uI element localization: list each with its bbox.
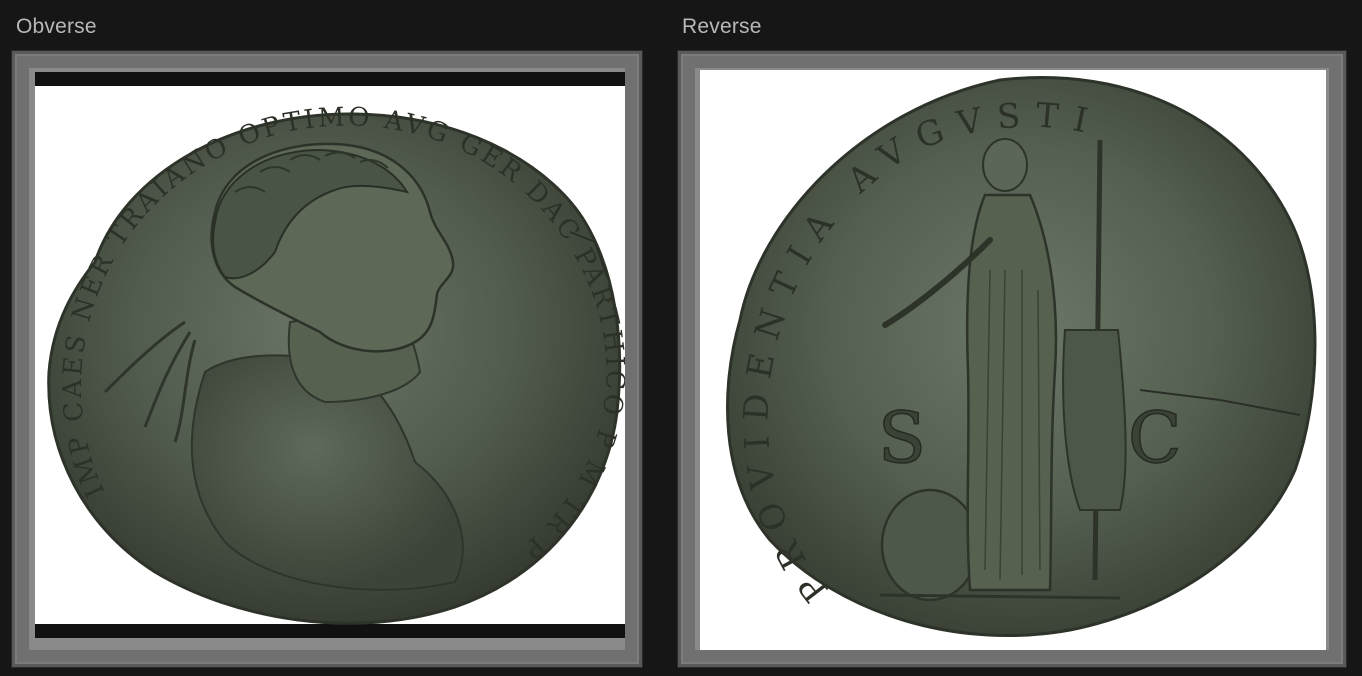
obverse-bottom-strip — [35, 624, 625, 638]
figure-robe — [965, 193, 1058, 592]
reverse-letter-c: C — [1128, 397, 1182, 479]
obverse-image[interactable]: IMP CAES NER TRAIANO OPTIMO AVG GER DAC … — [35, 72, 625, 638]
reverse-frame: S C PROVIDENTIA AVGVSTI — [678, 51, 1346, 667]
obverse-top-strip — [35, 72, 625, 86]
reverse-coin-graphic: S C PROVIDENTIA AVGVSTI — [726, 76, 1317, 637]
obverse-coin-graphic: IMP CAES NER TRAIANO OPTIMO AVG GER DAC … — [35, 72, 625, 638]
reverse-label: Reverse — [682, 15, 762, 38]
reverse-letter-s: S — [878, 397, 926, 479]
reverse-image[interactable]: S C PROVIDENTIA AVGVSTI — [700, 70, 1326, 650]
obverse-label: Obverse — [16, 15, 97, 38]
figure-head — [982, 138, 1028, 192]
obverse-frame: IMP CAES NER TRAIANO OPTIMO AVG GER DAC … — [12, 51, 642, 667]
globe-icon — [880, 488, 980, 602]
drapery-hanging — [1062, 329, 1127, 511]
